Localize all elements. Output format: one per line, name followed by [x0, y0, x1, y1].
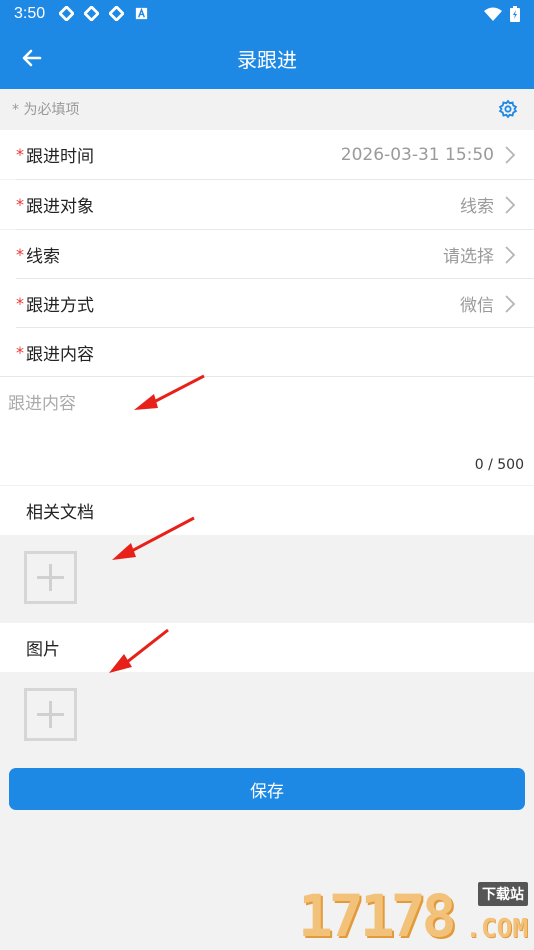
wifi-icon	[484, 7, 502, 21]
gear-icon[interactable]	[498, 99, 518, 119]
required-star: *	[16, 245, 24, 264]
field-follow-content-label: * 跟进内容	[0, 328, 534, 377]
sync-icon	[59, 6, 75, 21]
images-attach-area	[0, 672, 534, 760]
field-value: 线索	[460, 197, 494, 217]
status-time: 3:50	[14, 4, 46, 22]
char-counter: 0 / 500	[474, 457, 524, 473]
images-title: 图片	[26, 640, 60, 660]
add-image-button[interactable]	[24, 688, 77, 741]
chevron-right-icon	[505, 295, 516, 313]
status-bar: 3:50	[0, 0, 534, 27]
chevron-right-icon	[505, 246, 516, 264]
field-label: 跟进方式	[26, 296, 94, 316]
documents-section-title: 相关文档	[0, 486, 534, 535]
status-right-icons	[484, 5, 520, 22]
battery-charging-icon	[510, 5, 520, 22]
page-title: 录跟进	[237, 47, 297, 72]
field-value: 微信	[460, 296, 494, 316]
required-star: *	[16, 195, 24, 214]
images-section-title: 图片	[0, 623, 534, 672]
field-label: 跟进内容	[26, 345, 94, 365]
arrow-left-icon[interactable]	[18, 44, 46, 72]
field-lead[interactable]: * 线索 请选择	[0, 230, 534, 279]
field-label: 线索	[26, 247, 60, 267]
required-star: *	[16, 343, 24, 362]
watermark-logo: 17178 下载站 .COM	[298, 882, 528, 946]
chevron-right-icon	[505, 196, 516, 214]
follow-content-input[interactable]	[0, 377, 534, 457]
app-bar: 录跟进	[0, 27, 534, 89]
content-box: 0 / 500	[0, 377, 534, 485]
required-hint-text: * 为必填项	[12, 102, 80, 118]
field-label: 跟进时间	[26, 147, 94, 167]
a-box-icon	[136, 7, 148, 20]
field-value: 请选择	[443, 247, 494, 267]
add-document-button[interactable]	[24, 551, 77, 604]
save-button[interactable]: 保存	[9, 768, 525, 810]
chevron-right-icon	[505, 146, 516, 164]
field-label: 跟进对象	[26, 197, 94, 217]
field-follow-method[interactable]: * 跟进方式 微信	[0, 279, 534, 328]
documents-attach-area	[0, 535, 534, 621]
required-star: *	[16, 294, 24, 313]
field-follow-time[interactable]: * 跟进时间 2026-03-31 15:50	[0, 130, 534, 179]
field-follow-target[interactable]: * 跟进对象 线索	[0, 180, 534, 229]
sync-icon	[84, 6, 100, 21]
watermark-number: 17178	[298, 882, 457, 950]
watermark-domain: .COM	[465, 914, 528, 944]
watermark-tag: 下载站	[478, 882, 528, 906]
documents-title: 相关文档	[26, 503, 94, 523]
field-value: 2026-03-31 15:50	[340, 144, 494, 165]
sync-icon	[109, 6, 125, 21]
required-star: *	[16, 145, 24, 164]
required-hint-bar: * 为必填项	[0, 89, 534, 129]
